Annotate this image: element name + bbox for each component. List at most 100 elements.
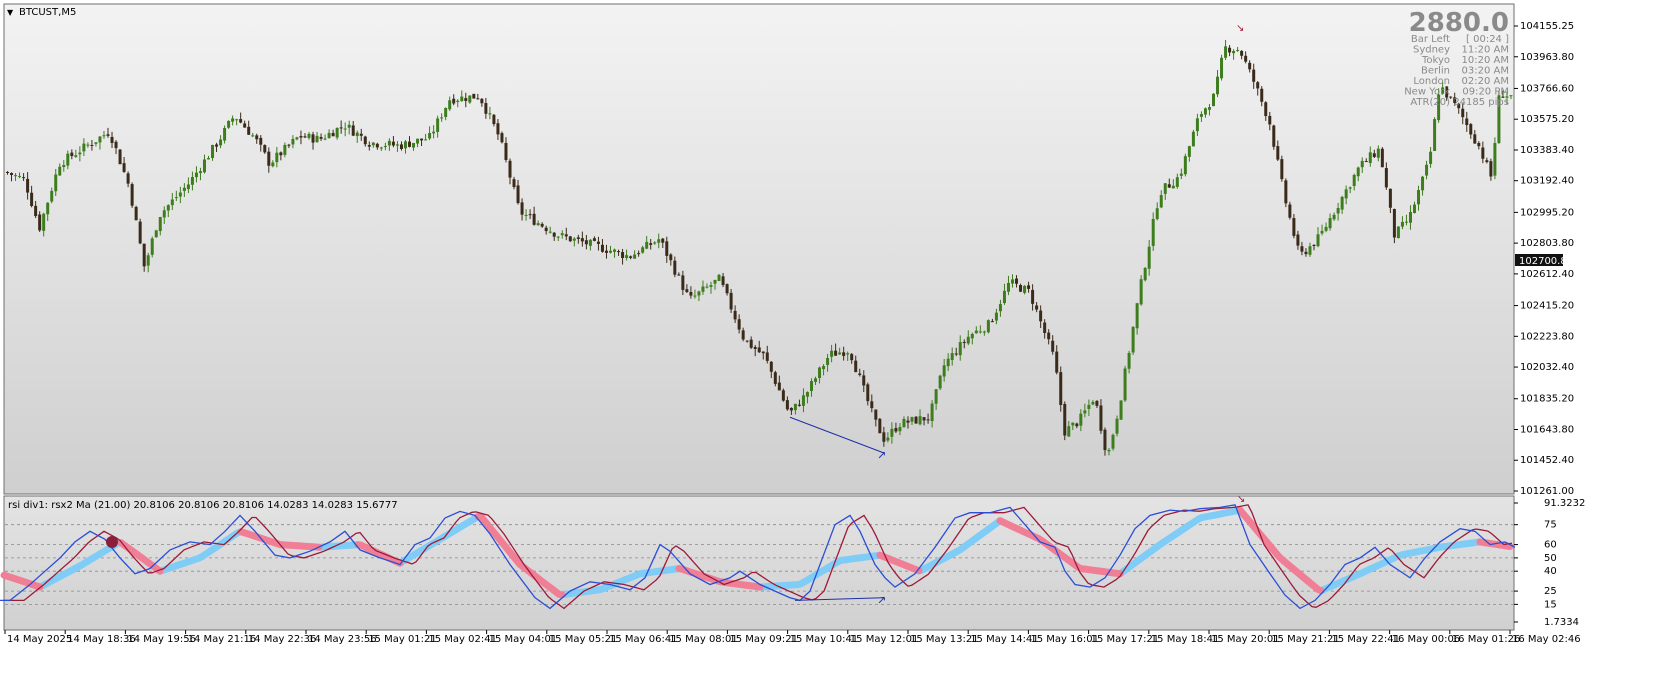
- info-row-label: Bar Left: [1411, 34, 1450, 45]
- time-axis-label: 16 May 00:06: [1392, 634, 1461, 645]
- main-chart-pane[interactable]: [3, 3, 1515, 495]
- time-axis-label: 15 May 01:21: [368, 634, 437, 645]
- price-axis-label: 102803.80: [1520, 238, 1574, 249]
- candle: [227, 120, 231, 129]
- indicator-axis-label: 15: [1544, 599, 1557, 610]
- time-axis-label: 15 May 10:41: [790, 634, 859, 645]
- chart-symbol-title: BTCUST,M5: [19, 7, 76, 18]
- price-axis-label: 101452.40: [1520, 455, 1574, 466]
- price-axis-label: 103963.80: [1520, 52, 1574, 63]
- candle: [1123, 365, 1127, 402]
- info-row-label: Berlin: [1421, 66, 1450, 77]
- info-row-label: ATR(20): [1410, 97, 1450, 108]
- candle: [1493, 137, 1497, 180]
- candle: [500, 131, 504, 144]
- candle: [1183, 153, 1187, 177]
- price-axis-label: 101261.00: [1520, 486, 1574, 497]
- candle: [1119, 400, 1123, 420]
- price-axis-label: 101835.20: [1520, 394, 1574, 405]
- info-row-label: Sydney: [1413, 45, 1450, 56]
- indicator-axis-label: 91.3232: [1544, 498, 1585, 509]
- indicator-axis: 91.3232 75 60 50 40 25 15 1.7334: [1514, 498, 1585, 628]
- candle: [986, 319, 990, 334]
- chart-window[interactable]: ↗ ↘ ↗ ↘ ▼ BTCUST,M5 2880.0 Bar Left[ 00:…: [0, 0, 1668, 692]
- price-axis-label: 103766.60: [1520, 83, 1574, 94]
- top-marker-icon: ↘: [1237, 494, 1245, 505]
- candle: [717, 273, 721, 282]
- info-row-value: 10:20 AM: [1462, 55, 1509, 66]
- price-axis-label: 102223.80: [1520, 331, 1574, 342]
- info-row-label: Tokyo: [1421, 55, 1450, 66]
- candle: [1280, 155, 1284, 182]
- candle: [1433, 117, 1437, 152]
- time-axis-label: 15 May 09:21: [729, 634, 798, 645]
- candle: [568, 235, 572, 243]
- time-axis-label: 14 May 18:36: [67, 634, 136, 645]
- time-axis: 14 May 202514 May 18:3614 May 19:5614 Ma…: [4, 630, 1581, 645]
- time-axis-label: 15 May 05:21: [549, 634, 618, 645]
- time-axis-label: 15 May 16:01: [1030, 634, 1099, 645]
- candle: [134, 205, 138, 221]
- price-axis-label: 102415.20: [1520, 301, 1574, 312]
- current-price-label: 102700.85: [1519, 256, 1573, 267]
- candle: [1380, 147, 1384, 168]
- info-row-value: 02:20 AM: [1462, 76, 1509, 87]
- info-row-value: 24185 pips: [1453, 97, 1509, 108]
- time-axis-label: 16 May 01:26: [1452, 634, 1521, 645]
- candle: [150, 236, 154, 258]
- candle: [1143, 266, 1147, 282]
- indicator-axis-label: 40: [1544, 566, 1557, 577]
- candle: [878, 418, 882, 434]
- chart-title-arrow-icon[interactable]: ▼: [7, 8, 14, 17]
- candle: [781, 388, 785, 402]
- time-axis-label: 15 May 17:21: [1091, 634, 1160, 645]
- candle: [472, 93, 476, 99]
- price-axis-label: 103192.40: [1520, 176, 1574, 187]
- info-row-label: London: [1413, 76, 1450, 87]
- indicator-axis-label: 50: [1544, 553, 1557, 564]
- indicator-axis-label: 25: [1544, 586, 1557, 597]
- candle: [154, 229, 158, 238]
- candle: [1131, 326, 1135, 355]
- time-axis-label: 14 May 2025: [7, 634, 72, 645]
- divergence-arrow-icon: ↗: [877, 449, 886, 462]
- crossover-dot-icon: [106, 536, 118, 548]
- indicator-axis-label: 75: [1544, 520, 1557, 531]
- candle: [1191, 129, 1195, 147]
- candle: [1272, 124, 1276, 150]
- time-axis-label: 16 May 02:46: [1512, 634, 1581, 645]
- candle: [1396, 226, 1400, 239]
- candle: [1284, 178, 1288, 208]
- indicator-axis-label: 60: [1544, 540, 1557, 551]
- price-axis-label: 102032.40: [1520, 362, 1574, 373]
- info-row-value: [ 00:24 ]: [1466, 34, 1509, 45]
- candle: [1111, 433, 1115, 451]
- time-axis-label: 14 May 23:56: [308, 634, 377, 645]
- indicator-axis-label: 1.7334: [1544, 617, 1579, 628]
- price-axis-label: 101643.80: [1520, 424, 1574, 435]
- price-axis-label: 103383.40: [1520, 145, 1574, 156]
- time-axis-label: 15 May 20:01: [1211, 634, 1280, 645]
- candle: [914, 416, 918, 424]
- time-axis-label: 15 May 18:41: [1151, 634, 1220, 645]
- candle: [1059, 366, 1063, 412]
- candle: [1063, 401, 1067, 441]
- candle: [938, 374, 942, 391]
- price-axis-label: 102995.20: [1520, 207, 1574, 218]
- price-axis-label: 102612.40: [1520, 269, 1574, 280]
- candle: [130, 182, 134, 208]
- time-axis-label: 15 May 12:01: [850, 634, 919, 645]
- info-row-value: 03:20 AM: [1462, 66, 1509, 77]
- current-price-marker: 102700.85: [1515, 254, 1573, 267]
- price-axis-label: 104155.25: [1520, 21, 1574, 32]
- indicator-label: rsi div1: rsx2 Ma (21.00) 20.8106 20.810…: [8, 500, 398, 511]
- candle: [1115, 415, 1119, 437]
- info-row-value: 09:20 PM: [1462, 87, 1509, 98]
- candle: [118, 149, 122, 165]
- top-marker-icon: ↘: [1236, 23, 1244, 34]
- time-axis-label: 15 May 08:01: [669, 634, 738, 645]
- time-axis-label: 14 May 21:16: [188, 634, 257, 645]
- time-axis-label: 14 May 19:56: [127, 634, 196, 645]
- candle: [138, 218, 142, 245]
- time-axis-label: 15 May 14:41: [970, 634, 1039, 645]
